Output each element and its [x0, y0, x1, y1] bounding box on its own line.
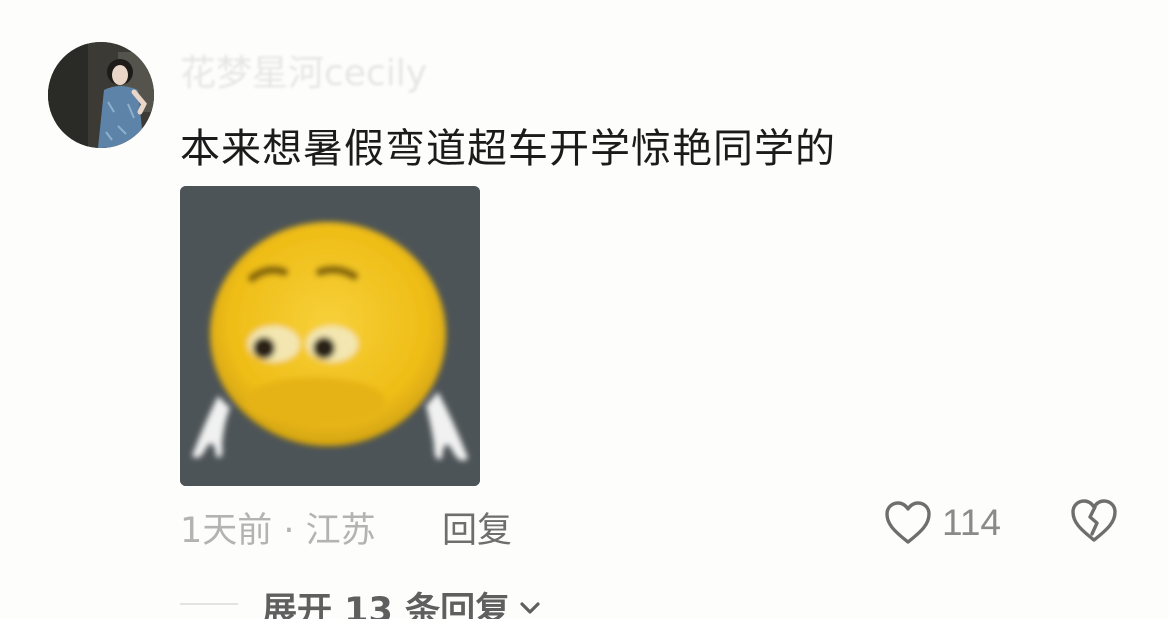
broken-heart-icon — [1071, 499, 1117, 542]
dislike-button[interactable] — [1070, 498, 1118, 548]
comment-time-location: 1天前 · 江苏 — [180, 511, 376, 551]
avatar[interactable] — [48, 42, 154, 148]
like-button[interactable]: 114 — [884, 498, 1001, 548]
username[interactable]: 花梦星河cecily — [180, 44, 427, 96]
expand-replies-button[interactable]: 展开 13 条回复 — [262, 582, 542, 619]
expand-replies-label: 展开 13 条回复 — [262, 591, 511, 619]
heart-outline-icon — [885, 501, 931, 544]
comment-sticker-image[interactable] — [180, 186, 480, 486]
like-count: 114 — [942, 502, 1001, 543]
comment-text: 本来想暑假弯道超车开学惊艳同学的 — [180, 126, 836, 172]
chevron-down-icon — [520, 601, 540, 614]
expand-divider-line — [180, 603, 238, 605]
comment-item: 花梦星河cecily 本来想暑假弯道超车开学惊艳同学的 1天前 · 江苏 回复 … — [0, 0, 1169, 619]
reply-button[interactable]: 回复 — [442, 502, 512, 553]
